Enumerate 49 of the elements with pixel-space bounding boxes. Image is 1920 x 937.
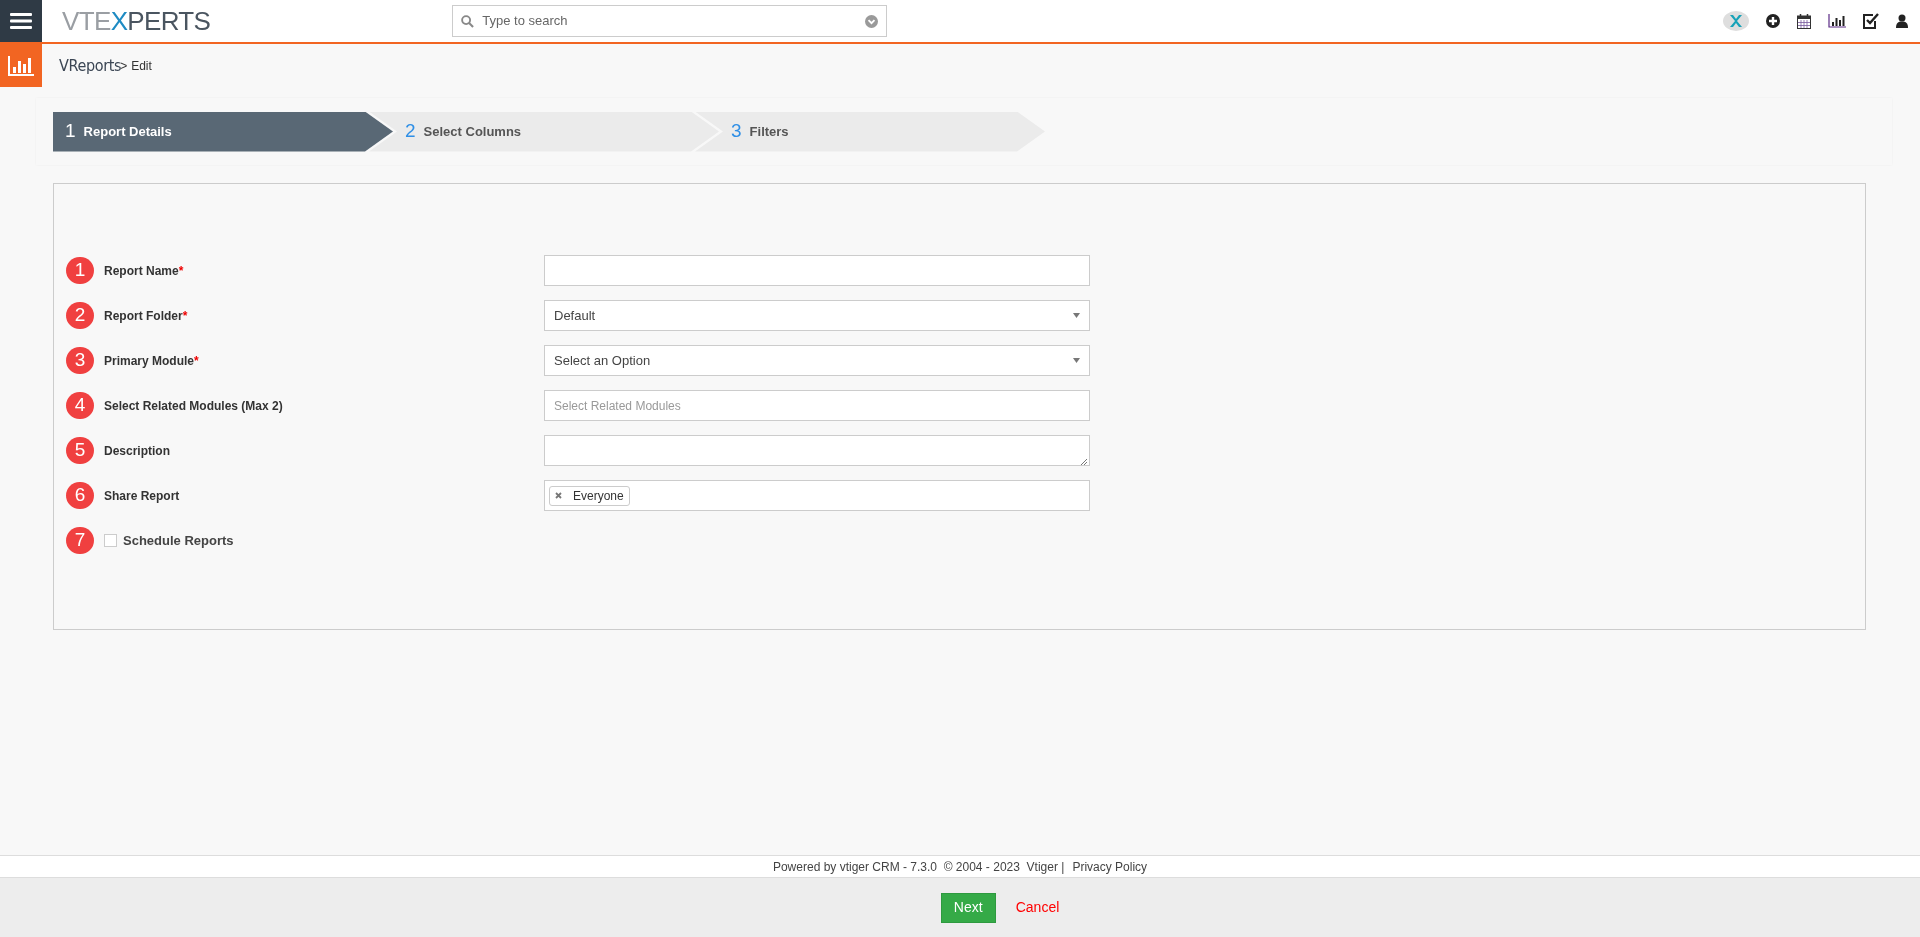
step-number-badge: 1 [66, 257, 94, 284]
menu-icon [10, 12, 32, 30]
calendar-icon[interactable] [1797, 13, 1811, 29]
field-label: Report Name* [104, 262, 185, 280]
brand-logo-icon[interactable] [1723, 11, 1749, 31]
user-icon[interactable] [1896, 14, 1908, 28]
dropdown-field[interactable]: Select an Option [544, 345, 1090, 376]
add-icon[interactable] [1766, 14, 1780, 28]
breadcrumb-separator: > [120, 57, 128, 73]
step-number-badge: 2 [66, 302, 94, 329]
field-label: Share Report [104, 487, 181, 505]
bar-chart-icon [8, 55, 34, 76]
text-input[interactable] [544, 255, 1090, 286]
remove-icon[interactable] [555, 492, 562, 499]
resize-grip-icon [1080, 458, 1087, 465]
bar-chart-icon[interactable] [1828, 14, 1846, 28]
privacy-policy-link[interactable]: Privacy Policy [1072, 857, 1148, 876]
search-input[interactable]: Type to search [482, 11, 858, 31]
dropdown-icon [865, 14, 879, 28]
footer-text: Powered by vtiger CRM - 7.3.0 © 2004 - 2023 Vtiger | [772, 858, 1065, 876]
search-icon [461, 14, 475, 28]
wizard-step[interactable]: 2 Select Columns [369, 111, 719, 152]
wizard-step[interactable]: 1 Report Details [53, 111, 393, 152]
caret-icon [1073, 313, 1080, 318]
breadcrumb-link[interactable]: VReports [59, 53, 122, 78]
caret-icon [1073, 358, 1080, 363]
breadcrumb-current: Edit [131, 57, 152, 75]
reports-module-tile[interactable] [0, 44, 42, 87]
field-label: Description [104, 442, 171, 460]
step-number-badge: 4 [66, 392, 94, 419]
dropdown-field[interactable]: Default [544, 300, 1090, 331]
step-number-badge: 5 [66, 437, 94, 464]
field-label: Schedule Reports [123, 531, 234, 550]
field-label: Primary Module* [104, 352, 200, 370]
search-bar[interactable]: Type to search [452, 5, 888, 37]
step-number-badge: 7 [66, 527, 94, 554]
multiselect-field[interactable]: Select Related Modules [544, 390, 1090, 421]
share-tags-field[interactable]: Everyone [544, 480, 1090, 511]
task-checkbox-icon[interactable] [1863, 13, 1879, 29]
step-number-badge: 3 [66, 347, 94, 374]
step-number-badge: 6 [66, 482, 94, 509]
checkbox[interactable] [104, 534, 117, 547]
logo: VTEXPERTS [62, 8, 211, 34]
related-modules-input[interactable]: Select Related Modules [554, 396, 1080, 415]
wizard-step[interactable]: 3 Filters [695, 111, 1045, 152]
menu-button[interactable] [0, 0, 42, 42]
field-label: Report Folder* [104, 307, 189, 325]
tag-label: Everyone [573, 487, 624, 505]
field-label: Select Related Modules (Max 2) [104, 397, 284, 415]
